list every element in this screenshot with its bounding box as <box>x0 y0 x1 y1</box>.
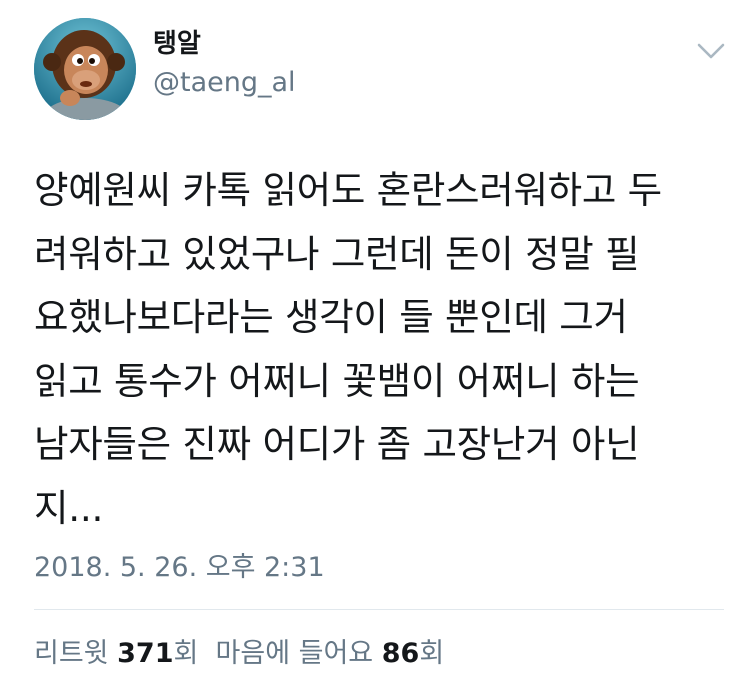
user-handle[interactable]: @taeng_al <box>153 66 296 100</box>
retweets-count: 371 <box>117 638 174 669</box>
likes-stat[interactable]: 마음에 들어요 86회 <box>216 638 445 669</box>
tweet-text-line: 요했나보다라는 생각이 들 뿐인데 그거 <box>34 295 628 339</box>
likes-unit: 회 <box>419 638 445 669</box>
divider <box>34 609 724 610</box>
tweet-card: 탱알 @taeng_al 양예원씨 카톡 읽어도 혼란스러워하고 두려워하고 있… <box>0 0 750 680</box>
retweets-stat[interactable]: 리트윗 371회 <box>34 638 198 669</box>
monkey-puppet-avatar-icon <box>34 18 136 120</box>
chevron-down-icon[interactable] <box>694 36 728 66</box>
tweet-timestamp[interactable]: 2018. 5. 26. 오후 2:31 <box>34 550 325 586</box>
likes-label: 마음에 들어요 <box>215 638 374 669</box>
likes-count: 86 <box>381 638 420 669</box>
tweet-text-line: 남자들은 진짜 어디가 좀 고장난거 아닌 <box>34 422 640 466</box>
display-name[interactable]: 탱알 <box>153 28 201 60</box>
tweet-text-line: 지... <box>34 485 104 530</box>
tweet-text-line: 읽고 통수가 어쩌니 꽃뱀이 어쩌니 하는 <box>34 358 640 403</box>
avatar[interactable] <box>34 18 136 120</box>
tweet-text-line: 양예원씨 카톡 읽어도 혼란스러워하고 두 <box>34 168 662 212</box>
tweet-stats: 리트윗 371회 마음에 들어요 86회 <box>34 636 444 672</box>
tweet-text: 양예원씨 카톡 읽어도 혼란스러워하고 두려워하고 있었구나 그런데 돈이 정말… <box>34 159 734 540</box>
retweets-unit: 회 <box>173 638 199 669</box>
tweet-text-line: 려워하고 있었구나 그런데 돈이 정말 필 <box>34 231 640 276</box>
retweets-label: 리트윗 <box>34 638 109 669</box>
